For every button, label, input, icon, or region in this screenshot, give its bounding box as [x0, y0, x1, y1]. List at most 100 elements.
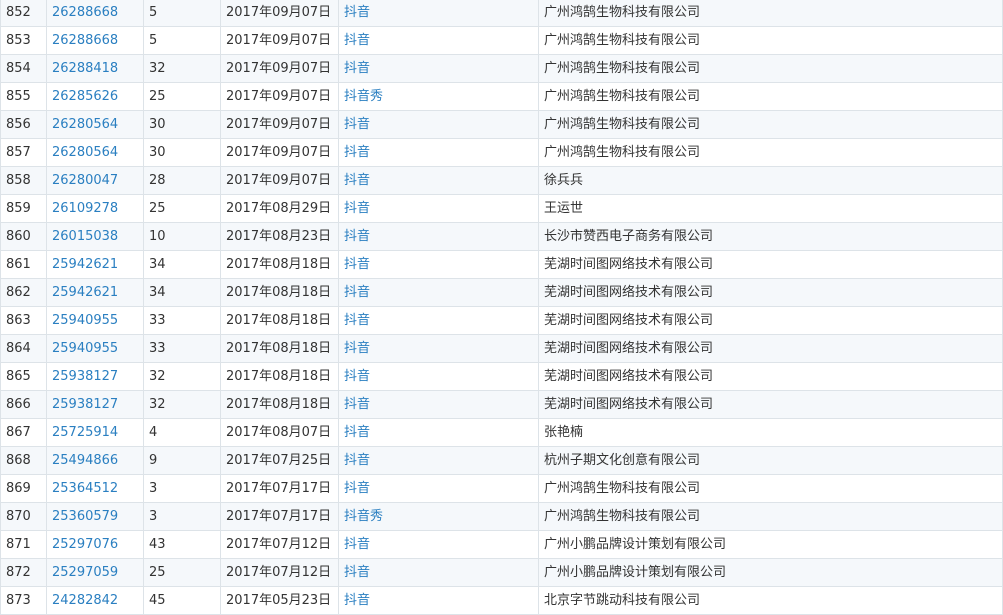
trademark-name-link[interactable]: 抖音 — [344, 369, 370, 384]
table-row: 858 26280047 28 2017年09月07日 抖音 徐兵兵 — [0, 166, 1003, 195]
registration-number-link[interactable]: 25940955 — [52, 313, 118, 328]
table-row: 856 26280564 30 2017年09月07日 抖音 广州鸿鹄生物科技有限公司 — [0, 110, 1003, 139]
trademark-name-link[interactable]: 抖音 — [344, 565, 370, 580]
trademark-name-link[interactable]: 抖音 — [344, 173, 370, 188]
trademark-name-link[interactable]: 抖音秀 — [344, 89, 383, 104]
class-number-cell: 25 — [143, 82, 221, 111]
class-number: 32 — [149, 397, 166, 412]
table-row: 868 25494866 9 2017年07月25日 抖音 杭州子期文化创意有限公司 — [0, 446, 1003, 475]
class-number: 33 — [149, 313, 166, 328]
trademark-name-link[interactable]: 抖音 — [344, 425, 370, 440]
row-index-cell: 865 — [0, 362, 47, 391]
trademark-name-link[interactable]: 抖音 — [344, 285, 370, 300]
trademark-name-link[interactable]: 抖音 — [344, 201, 370, 216]
applicant-name: 广州鸿鹄生物科技有限公司 — [544, 509, 701, 524]
registration-number-link[interactable]: 25494866 — [52, 453, 118, 468]
trademark-name-link[interactable]: 抖音 — [344, 313, 370, 328]
trademark-name-link[interactable]: 抖音 — [344, 341, 370, 356]
registration-number-link[interactable]: 26109278 — [52, 201, 118, 216]
trademark-name-link[interactable]: 抖音 — [344, 481, 370, 496]
table-row: 855 26285626 25 2017年09月07日 抖音秀 广州鸿鹄生物科技有限公司 — [0, 82, 1003, 111]
registration-number-link[interactable]: 25938127 — [52, 369, 118, 384]
row-index-cell: 862 — [0, 278, 47, 307]
registration-number-link[interactable]: 26280047 — [52, 173, 118, 188]
trademark-name-link[interactable]: 抖音 — [344, 537, 370, 552]
trademark-name-link[interactable]: 抖音 — [344, 229, 370, 244]
table-row: 861 25942621 34 2017年08月18日 抖音 芜湖时间图网络技术有限公司 — [0, 250, 1003, 279]
table-row: 863 25940955 33 2017年08月18日 抖音 芜湖时间图网络技术有限公司 — [0, 306, 1003, 335]
trademark-name-link[interactable]: 抖音 — [344, 33, 370, 48]
trademark-name-link[interactable]: 抖音 — [344, 397, 370, 412]
table-row: 864 25940955 33 2017年08月18日 抖音 芜湖时间图网络技术有限公司 — [0, 334, 1003, 363]
application-date: 2017年09月07日 — [226, 117, 332, 132]
registration-number-link-cell: 26288668 — [46, 0, 144, 27]
class-number: 25 — [149, 565, 166, 580]
registration-number-link[interactable]: 26015038 — [52, 229, 118, 244]
registration-number-link-cell: 25940955 — [46, 306, 144, 335]
registration-number-link-cell: 26280564 — [46, 138, 144, 167]
trademark-name-link[interactable]: 抖音 — [344, 5, 370, 20]
registration-number-link[interactable]: 25938127 — [52, 397, 118, 412]
applicant-name: 广州鸿鹄生物科技有限公司 — [544, 117, 701, 132]
trademark-name-link[interactable]: 抖音秀 — [344, 509, 383, 524]
applicant-name-cell: 北京字节跳动科技有限公司 — [538, 586, 1003, 615]
row-index: 852 — [6, 5, 31, 20]
application-date: 2017年07月12日 — [226, 537, 332, 552]
class-number-cell: 5 — [143, 26, 221, 55]
applicant-name: 广州鸿鹄生物科技有限公司 — [544, 481, 701, 496]
trademark-name-link[interactable]: 抖音 — [344, 593, 370, 608]
registration-number-link-cell: 25494866 — [46, 446, 144, 475]
registration-number-link[interactable]: 26288418 — [52, 61, 118, 76]
trademark-name-link-cell: 抖音 — [338, 138, 539, 167]
registration-number-link[interactable]: 25364512 — [52, 481, 118, 496]
applicant-name-cell: 芜湖时间图网络技术有限公司 — [538, 334, 1003, 363]
registration-number-link[interactable]: 26280564 — [52, 145, 118, 160]
row-index-cell: 864 — [0, 334, 47, 363]
trademark-name-link-cell: 抖音 — [338, 166, 539, 195]
registration-number-link[interactable]: 26280564 — [52, 117, 118, 132]
registration-number-link[interactable]: 25297059 — [52, 565, 118, 580]
registration-number-link[interactable]: 26288668 — [52, 33, 118, 48]
class-number-cell: 10 — [143, 222, 221, 251]
application-date-cell: 2017年09月07日 — [220, 0, 339, 27]
application-date: 2017年09月07日 — [226, 5, 332, 20]
row-index: 862 — [6, 285, 31, 300]
applicant-name: 广州鸿鹄生物科技有限公司 — [544, 145, 701, 160]
applicant-name-cell: 王运世 — [538, 194, 1003, 223]
registration-number-link[interactable]: 26285626 — [52, 89, 118, 104]
registration-number-link[interactable]: 25942621 — [52, 285, 118, 300]
row-index-cell: 867 — [0, 418, 47, 447]
applicant-name: 芜湖时间图网络技术有限公司 — [544, 285, 714, 300]
class-number-cell: 30 — [143, 138, 221, 167]
table-row: 872 25297059 25 2017年07月12日 抖音 广州小鹏品牌设计策划有限公司 — [0, 558, 1003, 587]
trademark-name-link-cell: 抖音 — [338, 250, 539, 279]
applicant-name-cell: 广州小鹏品牌设计策划有限公司 — [538, 530, 1003, 559]
application-date: 2017年08月18日 — [226, 341, 332, 356]
application-date: 2017年08月23日 — [226, 229, 332, 244]
registration-number-link[interactable]: 24282842 — [52, 593, 118, 608]
registration-number-link[interactable]: 25940955 — [52, 341, 118, 356]
registration-number-link[interactable]: 25942621 — [52, 257, 118, 272]
class-number-cell: 33 — [143, 306, 221, 335]
trademark-name-link[interactable]: 抖音 — [344, 257, 370, 272]
class-number-cell: 3 — [143, 502, 221, 531]
trademark-name-link[interactable]: 抖音 — [344, 61, 370, 76]
table-row: 859 26109278 25 2017年08月29日 抖音 王运世 — [0, 194, 1003, 223]
applicant-name: 广州小鹏品牌设计策划有限公司 — [544, 537, 727, 552]
registration-number-link[interactable]: 26288668 — [52, 5, 118, 20]
trademark-name-link[interactable]: 抖音 — [344, 117, 370, 132]
trademark-name-link-cell: 抖音 — [338, 278, 539, 307]
trademark-name-link[interactable]: 抖音 — [344, 453, 370, 468]
application-date: 2017年09月07日 — [226, 145, 332, 160]
application-date-cell: 2017年09月07日 — [220, 166, 339, 195]
class-number-cell: 25 — [143, 558, 221, 587]
registration-number-link[interactable]: 25297076 — [52, 537, 118, 552]
trademark-name-link[interactable]: 抖音 — [344, 145, 370, 160]
registration-number-link-cell: 24282842 — [46, 586, 144, 615]
registration-number-link[interactable]: 25360579 — [52, 509, 118, 524]
registration-number-link[interactable]: 25725914 — [52, 425, 118, 440]
application-date-cell: 2017年08月18日 — [220, 362, 339, 391]
applicant-name: 芜湖时间图网络技术有限公司 — [544, 313, 714, 328]
registration-number-link-cell: 26288668 — [46, 26, 144, 55]
applicant-name: 广州鸿鹄生物科技有限公司 — [544, 33, 701, 48]
